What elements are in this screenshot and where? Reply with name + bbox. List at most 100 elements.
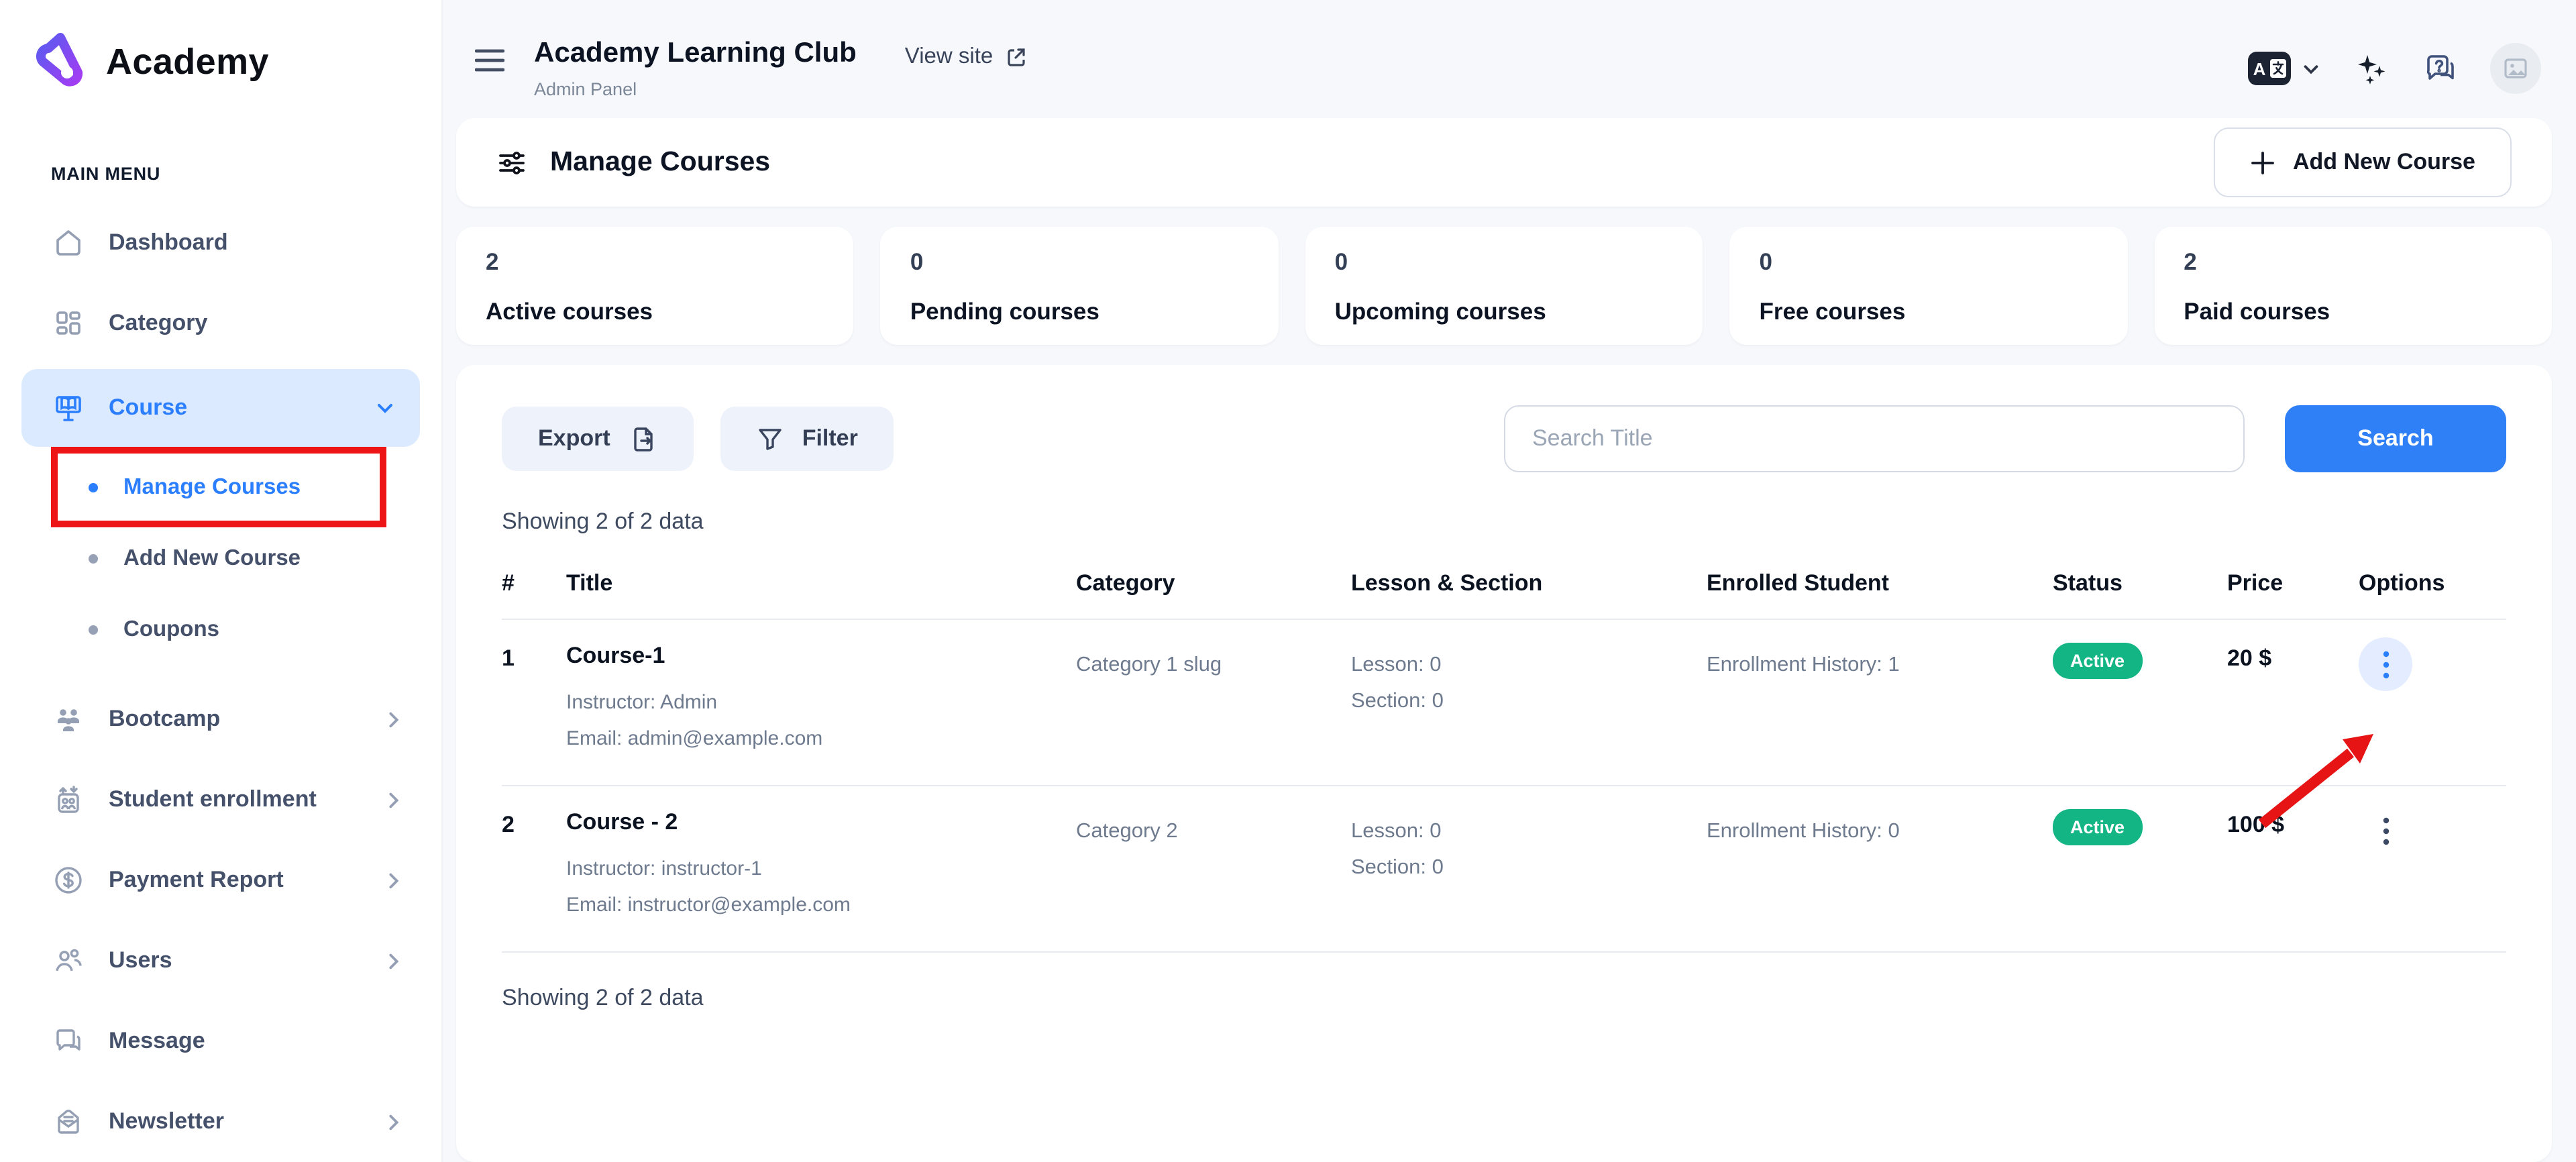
image-placeholder-icon xyxy=(2502,55,2529,82)
topbar-actions: A xyxy=(2247,43,2541,94)
filter-button[interactable]: Filter xyxy=(720,407,894,471)
sidebar-item-manage-courses[interactable]: Manage Courses xyxy=(0,452,441,523)
showing-count-bottom: Showing 2 of 2 data xyxy=(502,985,2506,1012)
sidebar-item-label: Bootcamp xyxy=(109,706,220,733)
course-email: Email: instructor@example.com xyxy=(566,887,1076,923)
site-subtitle: Admin Panel xyxy=(534,79,857,99)
stat-value: 0 xyxy=(1335,248,1674,276)
stat-card-upcoming-courses: 0 Upcoming courses xyxy=(1305,227,1703,345)
language-selector[interactable]: A xyxy=(2247,51,2321,86)
course-book-icon xyxy=(51,390,86,425)
chevron-right-icon xyxy=(384,709,404,729)
add-new-course-label: Add New Course xyxy=(2293,149,2475,176)
col-header-price: Price xyxy=(2227,570,2359,597)
sidebar-item-message[interactable]: Message xyxy=(0,1001,441,1081)
search-button[interactable]: Search xyxy=(2285,405,2506,472)
stat-label: Active courses xyxy=(486,298,824,326)
sidebar-item-category[interactable]: Category xyxy=(0,283,441,364)
category-grid-icon xyxy=(51,306,86,341)
table-row: 1 Course-1 Instructor: Admin Email: admi… xyxy=(502,620,2506,786)
enrollment-history: Enrollment History: 0 xyxy=(1707,809,2053,849)
col-header-title: Title xyxy=(566,570,1076,597)
section-count: Section: 0 xyxy=(1351,683,1707,719)
lesson-count: Lesson: 0 xyxy=(1351,813,1707,849)
file-export-icon xyxy=(629,425,657,453)
course-category: Category 1 slug xyxy=(1076,643,1351,683)
view-site-label: View site xyxy=(905,44,993,70)
col-header-lesson-section: Lesson & Section xyxy=(1351,570,1707,597)
stat-value: 2 xyxy=(2184,248,2522,276)
student-enrollment-icon xyxy=(51,782,86,817)
sidebar-item-bootcamp[interactable]: Bootcamp xyxy=(0,679,441,759)
sidebar-item-payment-report[interactable]: Payment Report xyxy=(0,840,441,920)
sidebar-item-dashboard[interactable]: Dashboard xyxy=(0,203,441,283)
stat-value: 2 xyxy=(486,248,824,276)
sidebar-item-label: Message xyxy=(109,1028,205,1055)
stat-label: Upcoming courses xyxy=(1335,298,1674,326)
sidebar-item-label: Add New Course xyxy=(123,546,301,572)
course-email: Email: admin@example.com xyxy=(566,721,1076,757)
table-header-row: # Title Category Lesson & Section Enroll… xyxy=(502,541,2506,620)
ai-sparkles-icon[interactable] xyxy=(2353,50,2390,87)
sidebar-item-label: Newsletter xyxy=(109,1108,224,1135)
stat-card-active-courses: 2 Active courses xyxy=(456,227,854,345)
course-price: 100 $ xyxy=(2227,809,2359,839)
view-site-link[interactable]: View site xyxy=(905,44,1028,70)
sidebar-item-users[interactable]: Users xyxy=(0,920,441,1001)
add-new-course-button[interactable]: Add New Course xyxy=(2214,127,2512,197)
course-instructor: Instructor: Admin xyxy=(566,684,1076,721)
sidebar-item-label: Student enrollment xyxy=(109,786,317,813)
sidebar-item-label: Manage Courses xyxy=(123,475,301,500)
stats-row: 2 Active courses 0 Pending courses 0 Upc… xyxy=(456,227,2552,345)
user-avatar[interactable] xyxy=(2490,43,2541,94)
sidebar-nav: Dashboard Category Course Manage Co xyxy=(0,203,441,1162)
course-price: 20 $ xyxy=(2227,643,2359,672)
main-area: Academy Learning Club Admin Panel View s… xyxy=(443,0,2576,1162)
col-header-enrolled-student: Enrolled Student xyxy=(1707,570,2053,597)
help-chat-icon[interactable] xyxy=(2422,50,2458,87)
sidebar-item-newsletter[interactable]: Newsletter xyxy=(0,1081,441,1162)
chevron-right-icon xyxy=(384,1112,404,1132)
sidebar-item-label: Category xyxy=(109,310,207,337)
table-row: 2 Course - 2 Instructor: instructor-1 Em… xyxy=(502,786,2506,953)
sidebar-item-label: Users xyxy=(109,947,172,974)
sliders-icon xyxy=(496,147,527,178)
chevron-down-icon xyxy=(374,397,396,419)
sidebar-item-coupons[interactable]: Coupons xyxy=(0,594,441,666)
stat-value: 0 xyxy=(910,248,1249,276)
sidebar-toggle-icon[interactable] xyxy=(475,48,504,72)
sidebar-item-course[interactable]: Course xyxy=(21,369,420,447)
brand-logo[interactable]: Academy xyxy=(0,21,441,102)
sidebar-item-add-new-course[interactable]: Add New Course xyxy=(0,523,441,594)
stat-label: Paid courses xyxy=(2184,298,2522,326)
external-link-icon xyxy=(1005,46,1028,68)
row-index: 2 xyxy=(502,809,566,839)
col-header-index: # xyxy=(502,570,566,597)
brand-name: Academy xyxy=(106,41,269,83)
sidebar-item-label: Course xyxy=(109,394,187,421)
row-options-button[interactable] xyxy=(2359,804,2412,857)
status-badge: Active xyxy=(2053,643,2142,679)
academy-logo-icon xyxy=(32,32,91,91)
plus-icon xyxy=(2250,150,2275,175)
users-icon xyxy=(51,943,86,978)
search-input[interactable] xyxy=(1504,405,2245,472)
status-badge: Active xyxy=(2053,809,2142,845)
export-button[interactable]: Export xyxy=(502,407,694,471)
course-category: Category 2 xyxy=(1076,809,1351,849)
stat-value: 0 xyxy=(1759,248,2098,276)
sidebar-item-student-enrollment[interactable]: Student enrollment xyxy=(0,759,441,840)
sidebar-item-label: Payment Report xyxy=(109,867,284,894)
col-header-category: Category xyxy=(1076,570,1351,597)
row-options-button[interactable] xyxy=(2359,637,2412,691)
chevron-right-icon xyxy=(384,870,404,890)
newsletter-icon xyxy=(51,1104,86,1139)
bullet-icon xyxy=(89,483,98,492)
stat-card-paid-courses: 2 Paid courses xyxy=(2154,227,2552,345)
enrollment-history: Enrollment History: 1 xyxy=(1707,643,2053,683)
showing-count-top: Showing 2 of 2 data xyxy=(502,509,2506,535)
message-icon xyxy=(51,1024,86,1059)
funnel-icon xyxy=(757,425,784,452)
chevron-right-icon xyxy=(384,951,404,971)
site-title: Academy Learning Club xyxy=(534,38,857,70)
